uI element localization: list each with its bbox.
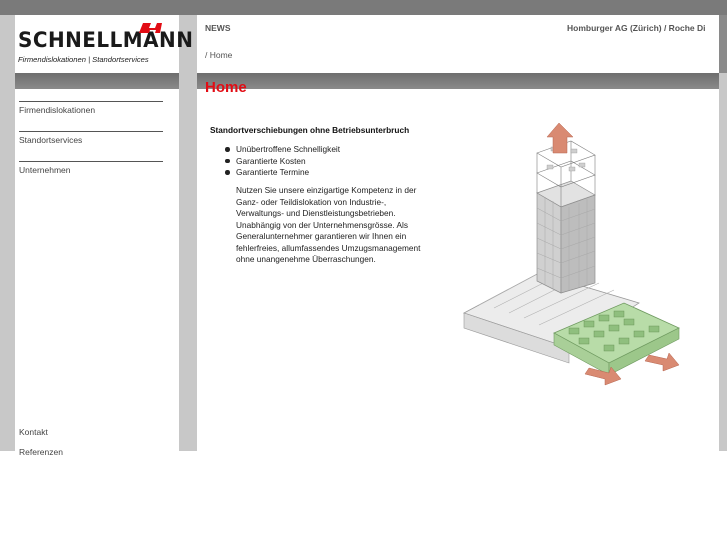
paragraph-line: Ganz- oder Teildislokation von Industrie… xyxy=(236,196,387,207)
top-band xyxy=(0,0,727,15)
paragraph-line: Verwaltungs- und Dienstleistungsbetriebe… xyxy=(236,208,396,218)
sidebar-item-kontakt[interactable]: Kontakt xyxy=(19,427,63,447)
sidebar-item-standortservices[interactable]: Standortservices xyxy=(19,131,163,161)
paragraph-line: Unabhängig von der Unternehmensgrösse. A… xyxy=(236,219,409,230)
paragraph-line: fehlerfreies, allumfassendes Umzugsmanag… xyxy=(236,242,421,253)
main-header-shadow xyxy=(197,73,719,89)
paragraph-line: ohne unangenehme Überraschungen. xyxy=(236,254,376,264)
sidebar-header-shadow xyxy=(15,73,179,89)
sidebar-item-referenzen[interactable]: Referenzen xyxy=(19,447,63,467)
breadcrumb: / Home xyxy=(205,50,233,60)
main-header: NEWS Homburger AG (Zürich) / Roche Di / … xyxy=(197,15,719,73)
news-link[interactable]: NEWS xyxy=(205,23,231,33)
logo-truck-icon xyxy=(139,23,162,33)
sidebar-item-firmendislokationen[interactable]: Firmendislokationen xyxy=(19,101,163,131)
feature-list: Unübertroffene Schnelligkeit Garantierte… xyxy=(223,144,340,179)
list-item: Unübertroffene Schnelligkeit xyxy=(223,144,340,156)
main-content: NEWS Homburger AG (Zürich) / Roche Di / … xyxy=(197,15,719,451)
header-edge xyxy=(719,15,727,73)
building-relocation-illustration xyxy=(462,123,680,386)
logo[interactable]: SCHNELLMANN Firmendislokationen | Stando… xyxy=(15,15,193,73)
page-title: Home xyxy=(205,79,247,96)
sidebar-item-unternehmen[interactable]: Unternehmen xyxy=(19,161,163,191)
intro-paragraph: Nutzen Sie unsere einzigartige Kompetenz… xyxy=(236,185,421,266)
logo-tagline: Firmendislokationen | Standortservices xyxy=(18,55,149,64)
news-ticker[interactable]: Homburger AG (Zürich) / Roche Di xyxy=(567,23,719,33)
logo-wordmark: SCHNELLMANN xyxy=(18,28,194,52)
sidebar-footer-nav: Kontakt Referenzen xyxy=(19,427,63,467)
section-heading: Standortverschiebungen ohne Betriebsunte… xyxy=(210,125,410,135)
paragraph-line: Generalunternehmer garantieren wir Ihnen… xyxy=(236,231,407,241)
list-item: Garantierte Kosten xyxy=(223,156,340,168)
sidebar: SCHNELLMANN Firmendislokationen | Stando… xyxy=(15,15,193,457)
list-item: Garantierte Termine xyxy=(223,167,340,179)
paragraph-line: Nutzen Sie unsere einzigartige Kompetenz… xyxy=(236,185,417,195)
sidebar-nav: Firmendislokationen Standortservices Unt… xyxy=(19,101,163,191)
